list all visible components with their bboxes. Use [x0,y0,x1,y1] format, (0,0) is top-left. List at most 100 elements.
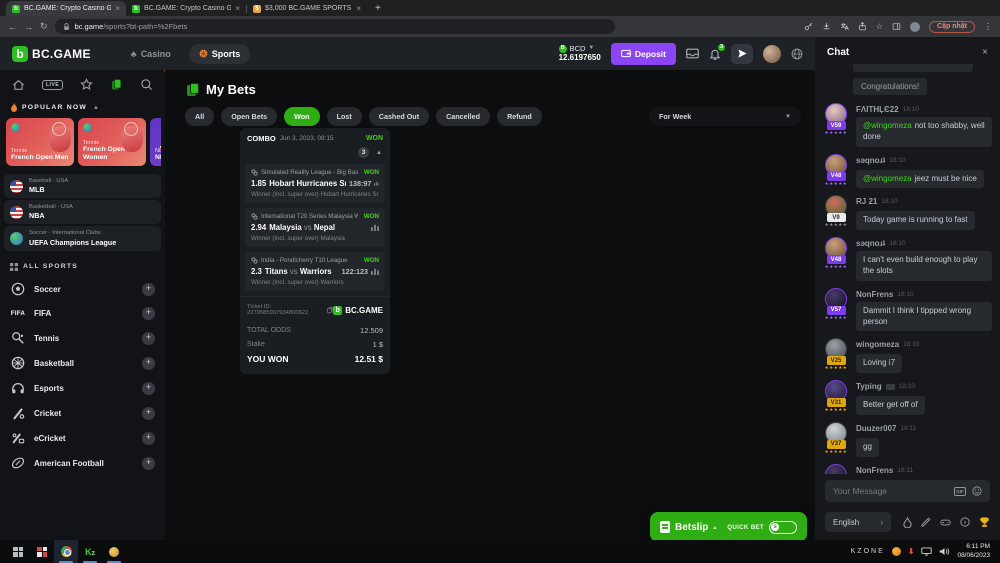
chat-input[interactable]: GIF [825,480,990,502]
sidebar-item-american-football[interactable]: American Football + [4,451,161,476]
language-selector[interactable]: English › [825,512,891,532]
expand-plus-icon[interactable]: + [142,407,155,420]
tab-close-icon[interactable]: × [356,4,361,13]
sidebar-item-esports[interactable]: Esports + [4,376,161,401]
quick-bet-toggle[interactable]: s [769,521,797,534]
expand-plus-icon[interactable]: + [142,432,155,445]
tray-download-icon[interactable]: ⬇ [908,547,915,556]
chat-toggle-button[interactable] [731,44,753,64]
tab-close-icon[interactable]: × [115,4,120,13]
browser-tab-3[interactable]: $ $3,000 BC.GAME SPORTS PARLA × [247,1,367,16]
sidebar-item-ecricket[interactable]: eCricket + [4,426,161,451]
forward-icon[interactable]: → [24,22,33,32]
expand-plus-icon[interactable]: + [142,382,155,395]
share-icon[interactable] [858,22,867,31]
popular-card-nba[interactable]: NBA 2 NBA [150,118,161,166]
stats-bars-icon[interactable] [371,224,379,231]
filter-cashed-out[interactable]: Cashed Out [369,107,429,126]
filter-all[interactable]: All [185,107,214,126]
emoji-icon[interactable] [972,486,982,496]
chat-username[interactable]: Duuzer007 [856,424,896,433]
taskbar-coin-icon[interactable] [102,540,126,563]
balance-selector[interactable]: B BCD ▼ 12.6197650 [559,44,601,63]
chat-username[interactable]: NonFrens [856,466,893,474]
menu-kebab-icon[interactable]: ⋮ [984,22,992,31]
betslip-bar[interactable]: Betslip ▴ QUICK BET s [650,512,807,542]
expand-plus-icon[interactable]: + [142,457,155,470]
collapse-caret-icon[interactable]: ▲ [376,150,382,156]
favorites-star-icon[interactable] [80,78,93,91]
mention[interactable]: @wingomeza [863,121,912,130]
browser-tab-1[interactable]: b BC.GAME: Crypto Casino Games × [6,1,126,16]
browser-profile-avatar[interactable] [910,22,920,32]
sidebar-item-soccer[interactable]: Soccer + [4,277,161,302]
address-bar[interactable]: bc.game/sports?bt-path=%2Fbets [55,19,615,34]
chat-username[interactable]: wingomeza [856,340,899,349]
new-tab-button[interactable]: + [375,3,381,16]
taskbar-kz-icon[interactable]: Kz [78,540,102,563]
deposit-button[interactable]: Deposit [611,43,676,65]
start-button[interactable] [6,540,30,563]
filter-refund[interactable]: Refund [497,107,542,126]
side-panel-icon[interactable] [892,22,901,31]
controller-icon[interactable] [940,518,951,527]
chat-username[interactable]: sǝqnoɹʇ [856,239,885,248]
chat-username[interactable]: sǝqnoɹʇ [856,156,885,165]
league-item-uefa[interactable]: Soccer · International Clubs UEFA Champi… [4,226,161,250]
live-icon[interactable]: LIVE [42,80,63,90]
install-icon[interactable] [822,22,831,31]
mention[interactable]: @wingomeza [863,174,912,183]
inbox-icon[interactable] [686,48,699,59]
sidebar-item-tennis[interactable]: Tennis + [4,326,161,351]
chat-username[interactable]: RJ 21 [856,197,877,206]
sidebar-item-cricket[interactable]: Cricket + [4,401,161,426]
reload-icon[interactable]: ↻ [40,21,48,32]
expand-plus-icon[interactable]: + [142,307,155,320]
translate-icon[interactable] [840,22,849,31]
popular-card-french-open-men[interactable]: Tennis French Open Men [6,118,74,166]
tab-close-icon[interactable]: × [235,4,240,13]
chat-username[interactable]: FΛITHĻЄ22 [856,105,899,114]
avatar[interactable] [825,464,847,474]
period-dropdown[interactable]: For Week ▼ [649,107,801,126]
notifications-bell-icon[interactable]: 3 [709,48,721,60]
tray-emoji-icon[interactable] [892,547,901,556]
key-icon[interactable] [804,22,813,31]
gif-icon[interactable]: GIF [954,487,966,496]
bet-leg-3[interactable]: India - Pondicherry T10 League WON 2.3 T… [245,252,385,291]
sidebar-item-fifa[interactable]: FIFA FIFA + [4,302,161,326]
filter-cancelled[interactable]: Cancelled [436,107,490,126]
droplet-icon[interactable] [903,517,912,528]
filter-won[interactable]: Won [284,107,319,126]
rules-pencil-icon[interactable] [921,517,931,527]
chat-username[interactable]: NonFrens [856,290,893,299]
chat-messages[interactable]: Congratulations! V59★★★★★ FΛITHĻЄ2218:10… [815,64,1000,474]
taskbar-clock[interactable]: 6:11 PM 08/06/2023 [957,543,994,560]
close-icon[interactable]: × [982,47,988,58]
browser-tab-2[interactable]: b BC.GAME: Crypto Casino Games × [126,1,246,16]
bet-leg-1[interactable]: Simulated Reality League - Big Bash Leag… [245,164,385,203]
search-icon[interactable] [140,78,153,91]
league-item-nba[interactable]: Basketball · USA NBA [4,200,161,224]
stats-bars-icon[interactable] [374,180,379,187]
filter-open-bets[interactable]: Open Bets [221,107,277,126]
home-icon[interactable] [12,79,25,91]
league-item-mlb[interactable]: Baseball · USA MLB [4,174,161,198]
chat-username[interactable]: Typing [856,382,882,391]
my-bets-icon[interactable] [110,78,123,91]
chrome-update-button[interactable]: Cập nhật [929,21,975,33]
stats-bars-icon[interactable] [371,268,379,275]
sidebar-item-basketball[interactable]: Basketball + [4,351,161,376]
expand-plus-icon[interactable]: + [142,283,155,296]
expand-plus-icon[interactable]: + [142,357,155,370]
popular-now-header[interactable]: POPULAR NOW ▲ [4,99,161,116]
nav-casino[interactable]: ♣ Casino [121,44,181,64]
taskbar-chrome-icon[interactable] [54,540,78,563]
back-icon[interactable]: ← [8,22,17,32]
bet-leg-2[interactable]: International T20 Series Malaysia Women … [245,208,385,247]
expand-plus-icon[interactable]: + [142,332,155,345]
widgets-icon[interactable] [30,540,54,563]
volume-icon[interactable] [939,547,950,556]
network-icon[interactable] [921,547,932,556]
filter-lost[interactable]: Lost [327,107,362,126]
